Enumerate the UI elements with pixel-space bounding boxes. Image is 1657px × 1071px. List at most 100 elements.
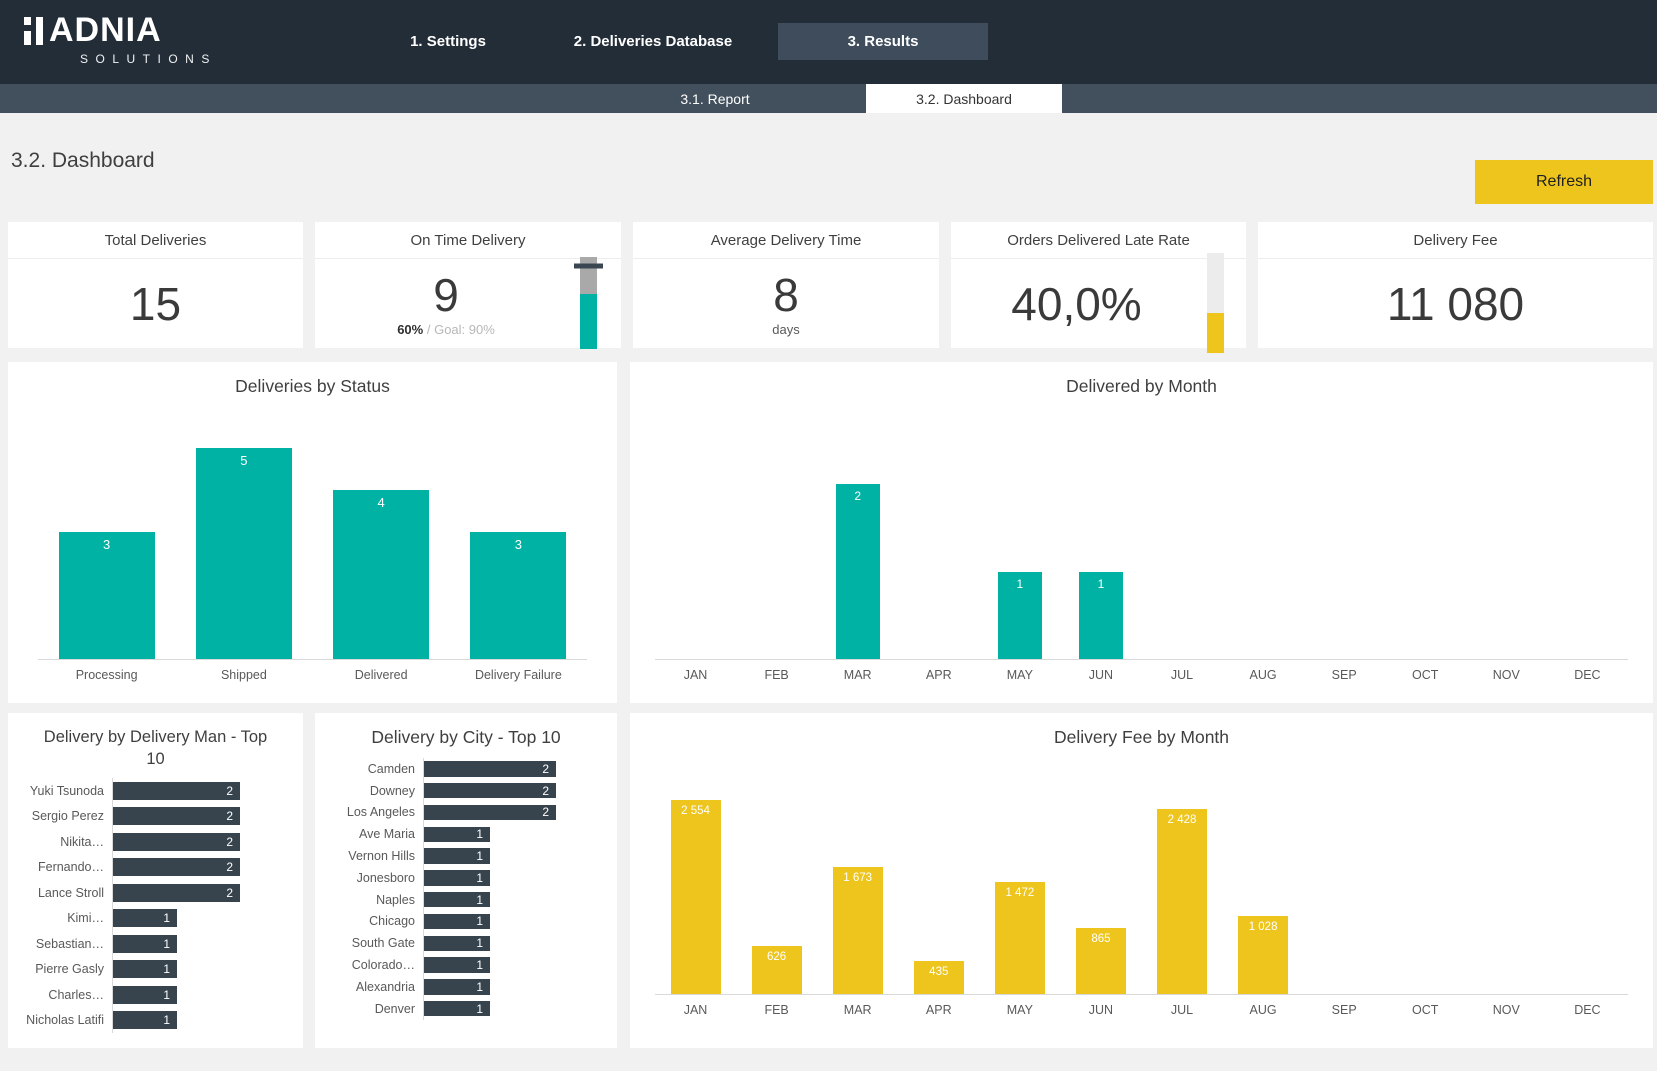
- category-label: Shipped: [175, 668, 312, 682]
- late-rate-gauge: [1207, 253, 1224, 353]
- kpi-value: 8: [773, 271, 799, 319]
- bar: 1: [113, 909, 177, 927]
- category-label: Downey: [319, 784, 423, 798]
- value-label: 626: [767, 951, 786, 963]
- bar-slot: 1 028: [1223, 794, 1304, 994]
- value-label: 3: [515, 537, 522, 552]
- bar: 2: [113, 807, 240, 825]
- category-label: Chicago: [319, 914, 423, 928]
- value-label: 2: [226, 809, 233, 823]
- bar-slot: 2 554: [655, 794, 736, 994]
- logo-dot: [24, 17, 31, 25]
- category-label: Denver: [319, 1002, 423, 1016]
- category-label: JUL: [1141, 1003, 1222, 1017]
- value-label: 1: [1098, 577, 1105, 591]
- category-label: APR: [898, 668, 979, 682]
- category-label: DEC: [1547, 1003, 1628, 1017]
- bar-slot: [1466, 794, 1547, 994]
- category-label: Yuki Tsunoda: [12, 784, 112, 798]
- value-label: 2: [542, 784, 549, 798]
- value-label: 1: [476, 914, 483, 928]
- bar-track: 1: [112, 982, 285, 1008]
- chart-title: Delivery by City - Top 10: [315, 726, 617, 748]
- top-navbar: ADNIA SOLUTIONS 1. Settings 2. Deliverie…: [0, 0, 1657, 84]
- bar: 1: [113, 1011, 177, 1029]
- bar-track: 2: [423, 758, 591, 780]
- category-label: JUL: [1141, 668, 1222, 682]
- value-label: 1: [476, 893, 483, 907]
- category-label: Nicholas Latifi: [12, 1013, 112, 1027]
- bar-row: South Gate1: [319, 932, 591, 954]
- tab-settings[interactable]: 1. Settings: [368, 23, 528, 60]
- bar-slot: [1547, 419, 1628, 659]
- plot-area: Yuki Tsunoda2Sergio Perez2Nikita…2Fernan…: [12, 778, 285, 1033]
- brand-name: ADNIA: [49, 15, 162, 45]
- bar-row: Jonesboro1: [319, 867, 591, 889]
- x-axis-labels: JANFEBMARAPRMAYJUNJULAUGSEPOCTNOVDEC: [655, 995, 1628, 1017]
- category-label: Delivered: [313, 668, 450, 682]
- value-label: 2: [226, 860, 233, 874]
- bar-chart-logo-icon: [24, 17, 43, 45]
- bar-slot: [1547, 794, 1628, 994]
- bar-track: 1: [423, 845, 591, 867]
- bar: 1: [424, 936, 490, 952]
- bar: 1 028: [1238, 916, 1288, 994]
- bar-slot: [1223, 419, 1304, 659]
- value-label: 1: [163, 962, 170, 976]
- kpi-title: On Time Delivery: [315, 222, 621, 259]
- tab-dashboard[interactable]: 3.2. Dashboard: [866, 84, 1062, 113]
- category-label: Delivery Failure: [450, 668, 587, 682]
- bar-row: Nicholas Latifi1: [12, 1008, 285, 1034]
- value-label: 1: [163, 988, 170, 1002]
- refresh-button[interactable]: Refresh: [1475, 160, 1653, 204]
- bar: 1: [424, 979, 490, 995]
- bar-track: 2: [423, 780, 591, 802]
- chart-delivery-fee-by-month: Delivery Fee by Month 2 5546261 6734351 …: [630, 713, 1653, 1048]
- bar-row: Sebastian…1: [12, 931, 285, 957]
- value-label: 865: [1091, 933, 1110, 945]
- value-label: 2 428: [1168, 814, 1197, 826]
- value-label: 2: [542, 762, 549, 776]
- value-label: 1 673: [843, 872, 872, 884]
- kpi-value: 40,0%: [1011, 280, 1141, 328]
- bar: 1 673: [833, 867, 883, 994]
- bar: 1: [424, 848, 490, 864]
- bar-slot: 865: [1060, 794, 1141, 994]
- value-label: 2: [226, 835, 233, 849]
- category-label: JUN: [1060, 1003, 1141, 1017]
- value-label: 1: [1017, 577, 1024, 591]
- value-label: 2: [854, 489, 861, 503]
- gauge-fill: [1207, 313, 1224, 353]
- bar: 865: [1076, 928, 1126, 994]
- chart-title: Delivery by Delivery Man - Top 10: [8, 726, 303, 770]
- kpi-goal: / Goal: 90%: [427, 322, 495, 337]
- category-label: OCT: [1385, 1003, 1466, 1017]
- kpi-subtext: 60% / Goal: 90%: [397, 322, 495, 337]
- value-label: 3: [103, 537, 110, 552]
- brand-logo: ADNIA SOLUTIONS: [24, 15, 217, 66]
- value-label: 1: [476, 849, 483, 863]
- bar-slot: 626: [736, 794, 817, 994]
- tab-deliveries-database[interactable]: 2. Deliveries Database: [528, 23, 778, 60]
- kpi-title: Orders Delivered Late Rate: [951, 222, 1246, 259]
- category-label: SEP: [1304, 1003, 1385, 1017]
- bar-row: Kimi…1: [12, 906, 285, 932]
- category-label: JAN: [655, 668, 736, 682]
- bar-slot: 3: [450, 427, 587, 659]
- tab-report[interactable]: 3.1. Report: [640, 84, 790, 113]
- category-label: FEB: [736, 1003, 817, 1017]
- kpi-card-average-delivery-time: Average Delivery Time 8 days: [633, 222, 939, 348]
- bar-row: Pierre Gasly1: [12, 957, 285, 983]
- category-label: Fernando…: [12, 860, 112, 874]
- bar: 1: [424, 957, 490, 973]
- goal-tick: [574, 264, 603, 269]
- value-label: 2: [542, 805, 549, 819]
- value-label: 2 554: [681, 805, 710, 817]
- category-label: MAY: [979, 668, 1060, 682]
- bar-row: Chicago 1: [319, 911, 591, 933]
- bar-row: Sergio Perez2: [12, 804, 285, 830]
- bar-slot: 4: [313, 427, 450, 659]
- main-nav-tabs: 1. Settings 2. Deliveries Database 3. Re…: [368, 23, 988, 60]
- category-label: MAY: [979, 1003, 1060, 1017]
- tab-results[interactable]: 3. Results: [778, 23, 988, 60]
